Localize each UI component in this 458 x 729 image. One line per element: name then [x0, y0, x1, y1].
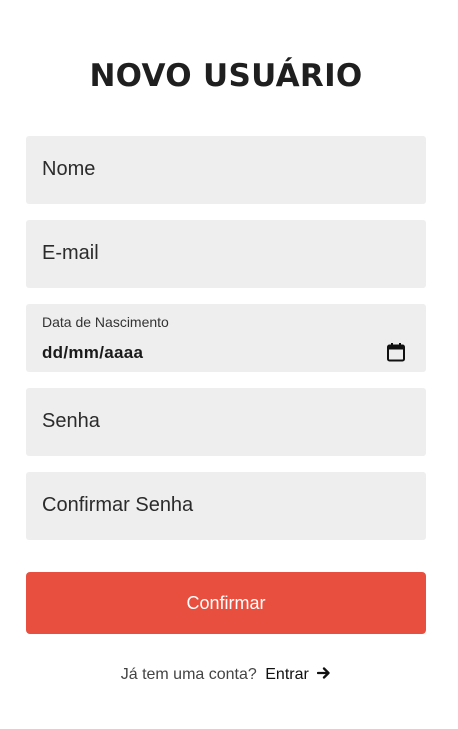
name-field[interactable]: Nome: [26, 136, 426, 204]
login-question: Já tem uma conta?: [120, 666, 257, 683]
birthdate-field[interactable]: Data de Nascimento dd/mm/aaaa: [26, 304, 426, 372]
calendar-icon[interactable]: [386, 342, 406, 362]
page-title: NOVO USUÁRIO: [89, 58, 363, 94]
confirm-button[interactable]: Confirmar: [26, 572, 426, 634]
login-link-label[interactable]: Entrar: [265, 666, 309, 683]
confirm-password-placeholder: Confirmar Senha: [42, 494, 194, 516]
birthdate-label: Data de Nascimento: [42, 314, 169, 330]
name-placeholder: Nome: [42, 158, 96, 180]
birthdate-value: dd/mm/aaaa: [42, 343, 144, 362]
login-link[interactable]: Entrar: [261, 666, 331, 683]
footer: Já tem uma conta? Entrar: [0, 666, 452, 684]
email-field[interactable]: E-mail: [26, 220, 426, 288]
confirm-password-field[interactable]: Confirmar Senha: [26, 472, 426, 540]
password-placeholder: Senha: [42, 410, 100, 432]
email-placeholder: E-mail: [42, 242, 99, 264]
arrow-right-icon[interactable]: [317, 666, 331, 680]
password-field[interactable]: Senha: [26, 388, 426, 456]
